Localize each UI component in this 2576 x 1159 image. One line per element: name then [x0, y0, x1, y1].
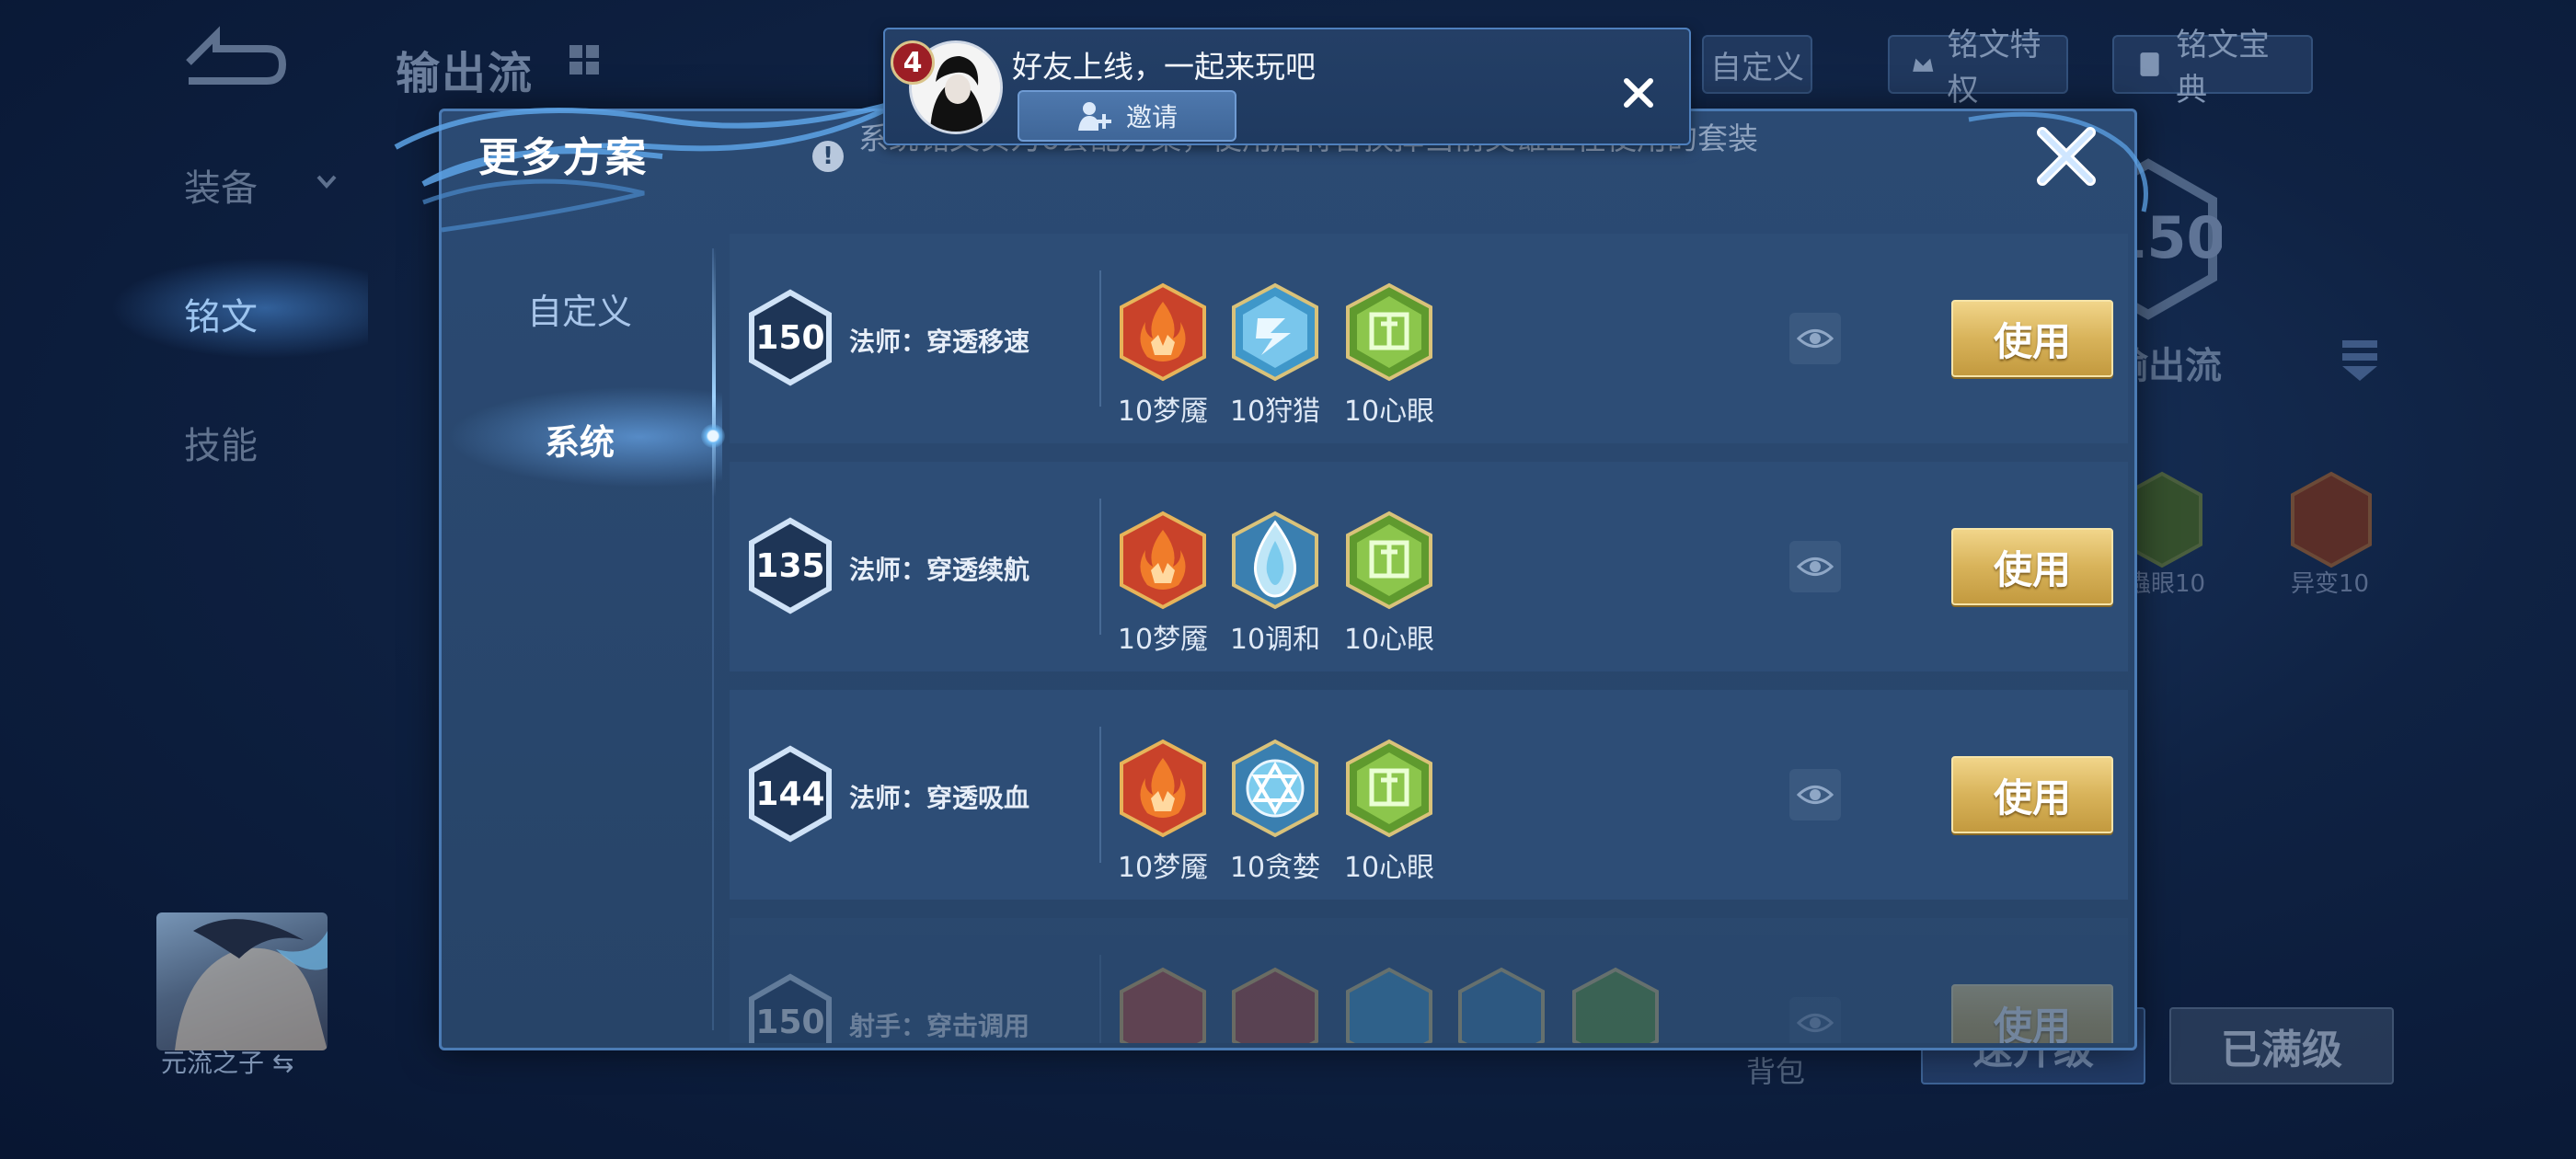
swap-icon[interactable]: ⇆	[272, 1048, 293, 1078]
plan-list: 150 法师：穿透移速 10梦魇 10狩猎 10心眼 使用 135 法师：穿透续…	[730, 234, 2128, 1043]
plan-level-badge: 144	[748, 745, 833, 843]
bg-rune-label-2: 异变10	[2291, 570, 2370, 598]
max-level-button: 已满级	[2169, 1007, 2394, 1084]
plan-row: 144 法师：穿透吸血 10梦魇 10贪婪 10心眼 使用	[730, 690, 2128, 900]
use-plan-button[interactable]: 使用	[1951, 528, 2113, 605]
rune-label: 10心眼	[1343, 624, 1435, 656]
rune-privilege-button[interactable]: 铭文特权	[1888, 27, 2068, 109]
book-icon	[2140, 52, 2159, 76]
custom-button[interactable]: 自定义	[1702, 35, 1812, 94]
close-notification-icon[interactable]	[1619, 74, 1658, 112]
plan-level-text: 150	[755, 318, 825, 357]
sidebar-item-system[interactable]: 系统	[442, 414, 718, 465]
notification-count-badge: 4	[891, 40, 935, 85]
green-rune-icon	[1572, 967, 1659, 1043]
close-icon[interactable]	[2031, 121, 2101, 191]
notification-text: 好友上线，一起来玩吧	[1012, 49, 1316, 85]
add-friend-icon	[1077, 102, 1111, 131]
nav-item-equipment[interactable]: 装备	[184, 158, 258, 212]
plan-category-sidebar: 自定义 系统	[442, 221, 718, 1049]
plan-name: 法师：穿透吸血	[849, 783, 1030, 813]
green-leaf-rune-icon	[1346, 739, 1432, 838]
eye-icon	[1797, 329, 1834, 348]
blue-drop-rune-icon	[1232, 511, 1318, 610]
rune-label: 10狩猎	[1229, 396, 1321, 428]
rune-label: 10梦魇	[1117, 624, 1209, 656]
plan-name: 法师：穿透续航	[849, 555, 1030, 585]
plan-level-text: 144	[755, 775, 825, 813]
preview-button[interactable]	[1789, 541, 1841, 592]
grid-icon[interactable]	[566, 41, 603, 78]
plan-row: 150 法师：穿透移速 10梦魇 10狩猎 10心眼 使用	[730, 234, 2128, 443]
rune-label: 10梦魇	[1117, 852, 1209, 884]
red-flame-rune-icon	[1120, 282, 1206, 382]
hero-name: 元流之子 ⇆	[161, 1043, 293, 1080]
invite-label: 邀请	[1125, 102, 1178, 132]
plan-level-badge: 150	[748, 973, 833, 1043]
blue-lightning-rune-icon	[1232, 282, 1318, 382]
rune-handbook-label: 铭文宝典	[2176, 27, 2271, 109]
hero-avatar[interactable]	[156, 912, 328, 1050]
rune-label: 10心眼	[1343, 396, 1435, 428]
hero-portrait-icon	[175, 919, 328, 1050]
plan-level-badge: 150	[748, 289, 833, 386]
eye-icon	[1797, 1014, 1834, 1032]
red-flame-rune-icon	[1120, 511, 1206, 610]
rune-handbook-button[interactable]: 铭文宝典	[2112, 27, 2313, 109]
plan-level-text: 135	[755, 546, 825, 585]
rune-label: 10调和	[1229, 624, 1321, 656]
eye-icon	[1797, 786, 1834, 804]
use-plan-button[interactable]: 使用	[1951, 984, 2113, 1043]
back-arrow-icon[interactable]	[179, 26, 290, 90]
sidebar-item-custom[interactable]: 自定义	[442, 283, 718, 334]
plan-row: 135 法师：穿透续航 10梦魇 10调和 10心眼 使用	[730, 462, 2128, 671]
green-leaf-rune-icon	[1346, 511, 1432, 610]
row-divider	[1099, 727, 1101, 863]
bg-rune-label-1: 蟲眼10	[2127, 570, 2206, 598]
green-leaf-rune-icon	[1346, 282, 1432, 382]
preview-button[interactable]	[1789, 313, 1841, 364]
hero-name-text: 元流之子	[161, 1048, 265, 1078]
plan-name: 射手：穿击调用	[849, 1011, 1030, 1041]
row-divider	[1099, 499, 1101, 635]
dialog-title: 更多方案	[478, 134, 648, 181]
red-rune-icon	[1232, 967, 1318, 1043]
info-icon: !	[812, 141, 844, 172]
eye-icon	[1797, 557, 1834, 576]
nav-item-skills[interactable]: 技能	[184, 416, 258, 469]
rune-label: 10贪婪	[1229, 852, 1321, 884]
plan-level-badge: 135	[748, 517, 833, 614]
stack-icon[interactable]	[2337, 331, 2383, 386]
crown-icon	[1913, 58, 1934, 72]
red-rune-icon	[2291, 471, 2372, 568]
decorative-swirl-icon	[394, 98, 903, 233]
chevron-down-icon	[316, 175, 337, 189]
blue-rune-icon	[1458, 967, 1545, 1043]
custom-button-label: 自定义	[1710, 49, 1804, 86]
blue-rune-icon	[1346, 967, 1432, 1043]
red-flame-rune-icon	[1120, 739, 1206, 838]
rune-label: 10梦魇	[1117, 396, 1209, 428]
rune-label: 10心眼	[1343, 852, 1435, 884]
red-rune-icon	[1120, 967, 1206, 1043]
plan-level-text: 150	[755, 1003, 825, 1041]
use-plan-button[interactable]: 使用	[1951, 300, 2113, 377]
blue-star-rune-icon	[1232, 739, 1318, 838]
preview-button[interactable]	[1789, 997, 1841, 1043]
row-divider	[1099, 270, 1101, 407]
plan-row: 150 射手：穿击调用 使用	[730, 918, 2128, 1043]
use-plan-button[interactable]: 使用	[1951, 756, 2113, 833]
plan-name: 法师：穿透移速	[849, 327, 1030, 357]
row-divider	[1099, 955, 1101, 1043]
nav-item-runes[interactable]: 铭文	[184, 287, 258, 340]
bag-label[interactable]: 背包	[1746, 1049, 1805, 1091]
preview-button[interactable]	[1789, 769, 1841, 820]
invite-button[interactable]: 邀请	[1018, 90, 1236, 142]
